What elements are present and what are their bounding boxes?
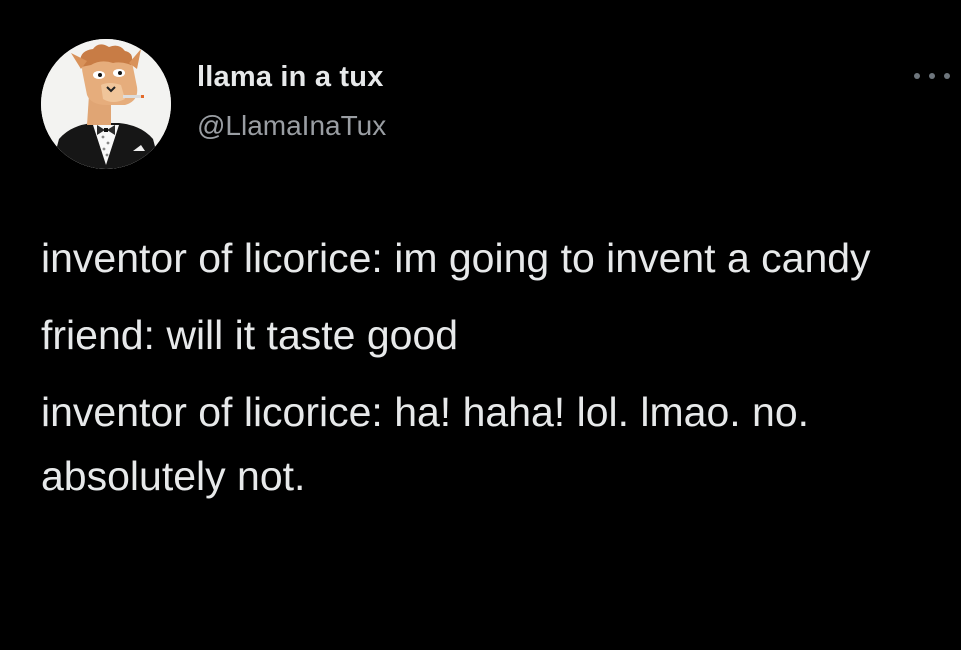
avatar[interactable] bbox=[41, 39, 171, 169]
tweet-paragraph: inventor of licorice: im going to invent… bbox=[41, 235, 871, 281]
user-handle[interactable]: @LlamaInaTux bbox=[197, 110, 386, 142]
tweet-text: inventor of licorice: im going to invent… bbox=[41, 226, 946, 508]
ellipsis-dot bbox=[944, 73, 950, 79]
ellipsis-dot bbox=[914, 73, 920, 79]
tweet-paragraph: friend: will it taste good bbox=[41, 312, 459, 358]
more-options-icon[interactable] bbox=[914, 66, 950, 86]
llama-avatar-icon bbox=[41, 39, 171, 169]
tweet-card: llama in a tux @LlamaInaTux inventor of … bbox=[0, 0, 961, 650]
ellipsis-dot bbox=[929, 73, 935, 79]
tweet-paragraph: inventor of licorice: ha! haha! lol. lma… bbox=[41, 389, 810, 499]
display-name[interactable]: llama in a tux bbox=[197, 61, 384, 94]
